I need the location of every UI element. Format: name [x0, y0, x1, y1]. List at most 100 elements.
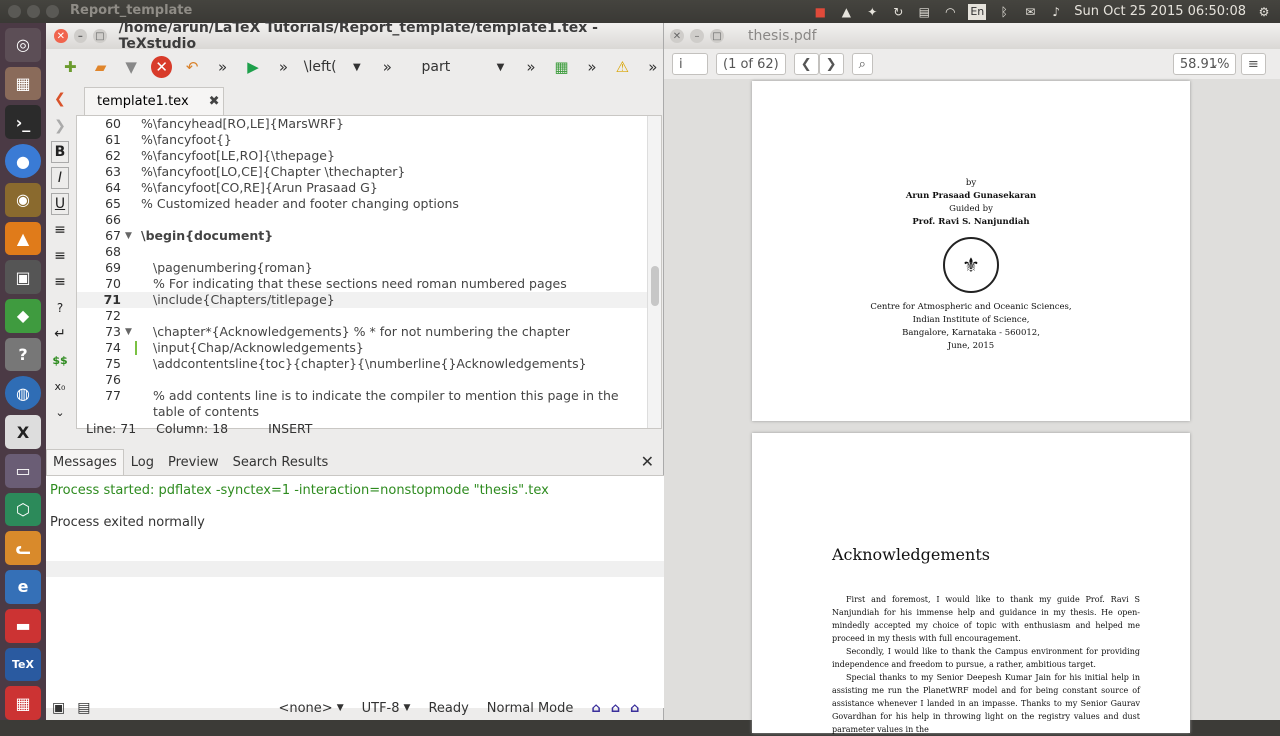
compile-run-icon[interactable]: ▶	[243, 56, 263, 78]
pdf-sync-icon[interactable]: ⌂	[591, 701, 600, 716]
chevron-down-icon[interactable]: ▼	[347, 56, 367, 78]
panel-close-button[interactable]	[8, 5, 21, 18]
warning-icon[interactable]: ⚠	[612, 56, 632, 78]
subscript-icon[interactable]: x₀	[51, 375, 69, 397]
underline-icon[interactable]: U	[51, 193, 69, 215]
pdf-minimize-icon[interactable]: –	[690, 29, 704, 43]
fold-icon[interactable]: ▼	[125, 228, 132, 244]
drive-icon[interactable]: ▲	[838, 4, 854, 20]
message-selection-row[interactable]	[46, 561, 664, 577]
language-select[interactable]: <none>	[278, 701, 332, 716]
next-page-icon[interactable]: ❯	[818, 53, 844, 75]
structure-chevron-down-icon[interactable]: ▼	[490, 56, 510, 78]
save-icon[interactable]: ▼	[121, 56, 141, 78]
new-file-icon[interactable]: ✚	[60, 56, 80, 78]
tab-log[interactable]: Log	[124, 449, 161, 476]
search-icon[interactable]: ⌕	[851, 53, 873, 75]
pdf-close-icon[interactable]: ✕	[670, 29, 684, 43]
close-icon[interactable]: ✕	[54, 29, 68, 43]
more-app-icon[interactable]: ▦	[5, 686, 41, 720]
vlc-icon[interactable]: ▲	[5, 221, 41, 256]
pdf-maximize-icon[interactable]: □	[710, 29, 724, 43]
chevron-more-icon-4[interactable]: »	[521, 56, 541, 78]
sync-icon[interactable]: ↻	[890, 4, 906, 20]
zoom-select[interactable]: 58.91%	[1172, 53, 1237, 75]
chevron-more-icon-3[interactable]: »	[377, 56, 397, 78]
open-folder-icon[interactable]: ▰	[90, 56, 110, 78]
language-chevron-down-icon[interactable]: ▼	[337, 703, 344, 713]
chevron-right-icon[interactable]: ❯	[51, 115, 69, 137]
xfig-icon[interactable]: X	[5, 415, 41, 449]
help-icon-sidebar[interactable]: ?	[51, 297, 69, 319]
settings-icon[interactable]: ▭	[5, 453, 41, 488]
minimize-icon[interactable]: –	[73, 29, 88, 43]
editor-scrollbar[interactable]	[647, 116, 661, 428]
tab-preview[interactable]: Preview	[161, 449, 226, 476]
ubuntu-dash-icon[interactable]: ◎	[5, 28, 41, 62]
browser-icon[interactable]: ◍	[5, 376, 41, 411]
toggle-structure-icon[interactable]: ▣	[52, 700, 65, 716]
dropbox-icon[interactable]: ✦	[864, 4, 880, 20]
page-number-input[interactable]: i	[672, 53, 708, 75]
tab-messages[interactable]: Messages	[46, 449, 124, 475]
help-icon[interactable]: ?	[5, 337, 41, 372]
align-left-icon[interactable]: ≡	[51, 219, 69, 241]
close-panel-icon[interactable]: ✕	[641, 452, 654, 471]
encoding-chevron-down-icon[interactable]: ▼	[404, 703, 411, 713]
chrome-icon[interactable]: ●	[5, 144, 41, 178]
ie-icon[interactable]: e	[5, 570, 41, 604]
volume-icon[interactable]: ♪	[1048, 4, 1064, 20]
pdf-sync-icon-3[interactable]: ⌂	[630, 701, 639, 716]
structure-select[interactable]: part	[422, 59, 451, 75]
toggle-messages-icon[interactable]: ▤	[77, 700, 90, 716]
newline-icon[interactable]: ↵	[51, 323, 69, 345]
undo-icon[interactable]: ↶	[182, 56, 202, 78]
chevron-more-icon[interactable]: »	[212, 56, 232, 78]
pdf-sync-icon-2[interactable]: ⌂	[611, 701, 620, 716]
zoom-chevron-down-icon[interactable]: ⌄	[1210, 59, 1218, 70]
sidebar-scroll-down-icon[interactable]: ⌄	[51, 401, 69, 423]
maximize-icon[interactable]: □	[93, 29, 107, 43]
files-icon[interactable]: ▦	[5, 66, 41, 101]
scrollbar-thumb[interactable]	[651, 266, 659, 306]
gimp-icon[interactable]: ◉	[5, 182, 41, 217]
cube-icon[interactable]: ◆	[5, 299, 41, 333]
tab-prev-icon[interactable]: ❮	[54, 91, 66, 107]
left-delimiter-select[interactable]: \left(	[304, 59, 337, 75]
prev-page-icon[interactable]: ❮	[793, 53, 819, 75]
mail-icon[interactable]: ✉	[1022, 4, 1038, 20]
encoding-select[interactable]: UTF-8	[362, 701, 400, 716]
code-editor[interactable]: 60 %\fancyhead[RO,LE]{MarsWRF} 61 %\fancyf…	[76, 115, 662, 429]
close-tab-icon[interactable]: ✖	[209, 94, 220, 109]
fold-icon[interactable]: ▼	[125, 324, 132, 340]
stop-icon[interactable]: ✕	[151, 56, 172, 78]
tab-search-results[interactable]: Search Results	[226, 449, 336, 476]
bold-icon[interactable]: B	[51, 141, 69, 163]
bluetooth-icon[interactable]: ᛒ	[996, 4, 1012, 20]
keyboard-layout-indicator[interactable]: En	[968, 3, 987, 20]
texstudio-icon[interactable]: TeX	[5, 647, 41, 682]
tex-app-icon[interactable]: ▬	[5, 608, 41, 643]
math-mode-icon[interactable]: $$	[51, 349, 69, 371]
media-icon[interactable]: ▣	[5, 260, 41, 295]
terminal-icon[interactable]: ›_	[5, 105, 41, 140]
guide-text: Prof. Ravi S. Nanjundiah	[912, 217, 1030, 227]
chevron-more-icon-2[interactable]: »	[273, 56, 293, 78]
chevron-more-icon-6[interactable]: »	[643, 56, 663, 78]
align-center-icon[interactable]: ≡	[51, 245, 69, 267]
chevron-more-icon-5[interactable]: »	[582, 56, 602, 78]
table-icon[interactable]: ▦	[551, 56, 571, 78]
clipboard-icon[interactable]: ▤	[916, 4, 932, 20]
wifi-icon[interactable]: ◠	[942, 4, 958, 20]
menu-icon[interactable]: ≡	[1240, 53, 1266, 75]
panel-minimize-button[interactable]	[27, 5, 40, 18]
align-right-icon[interactable]: ≡	[51, 271, 69, 293]
cat-app-icon[interactable]: ᓚ	[5, 531, 41, 566]
record-icon[interactable]: ■	[812, 4, 828, 20]
tab-template1[interactable]: template1.tex ✖	[84, 87, 224, 115]
italic-icon[interactable]: I	[51, 167, 69, 189]
gear-icon[interactable]: ⚙	[1256, 4, 1272, 20]
3d-app-icon[interactable]: ⬡	[5, 492, 41, 527]
panel-maximize-button[interactable]	[46, 5, 59, 18]
clock[interactable]: Sun Oct 25 2015 06:50:08	[1074, 4, 1246, 20]
